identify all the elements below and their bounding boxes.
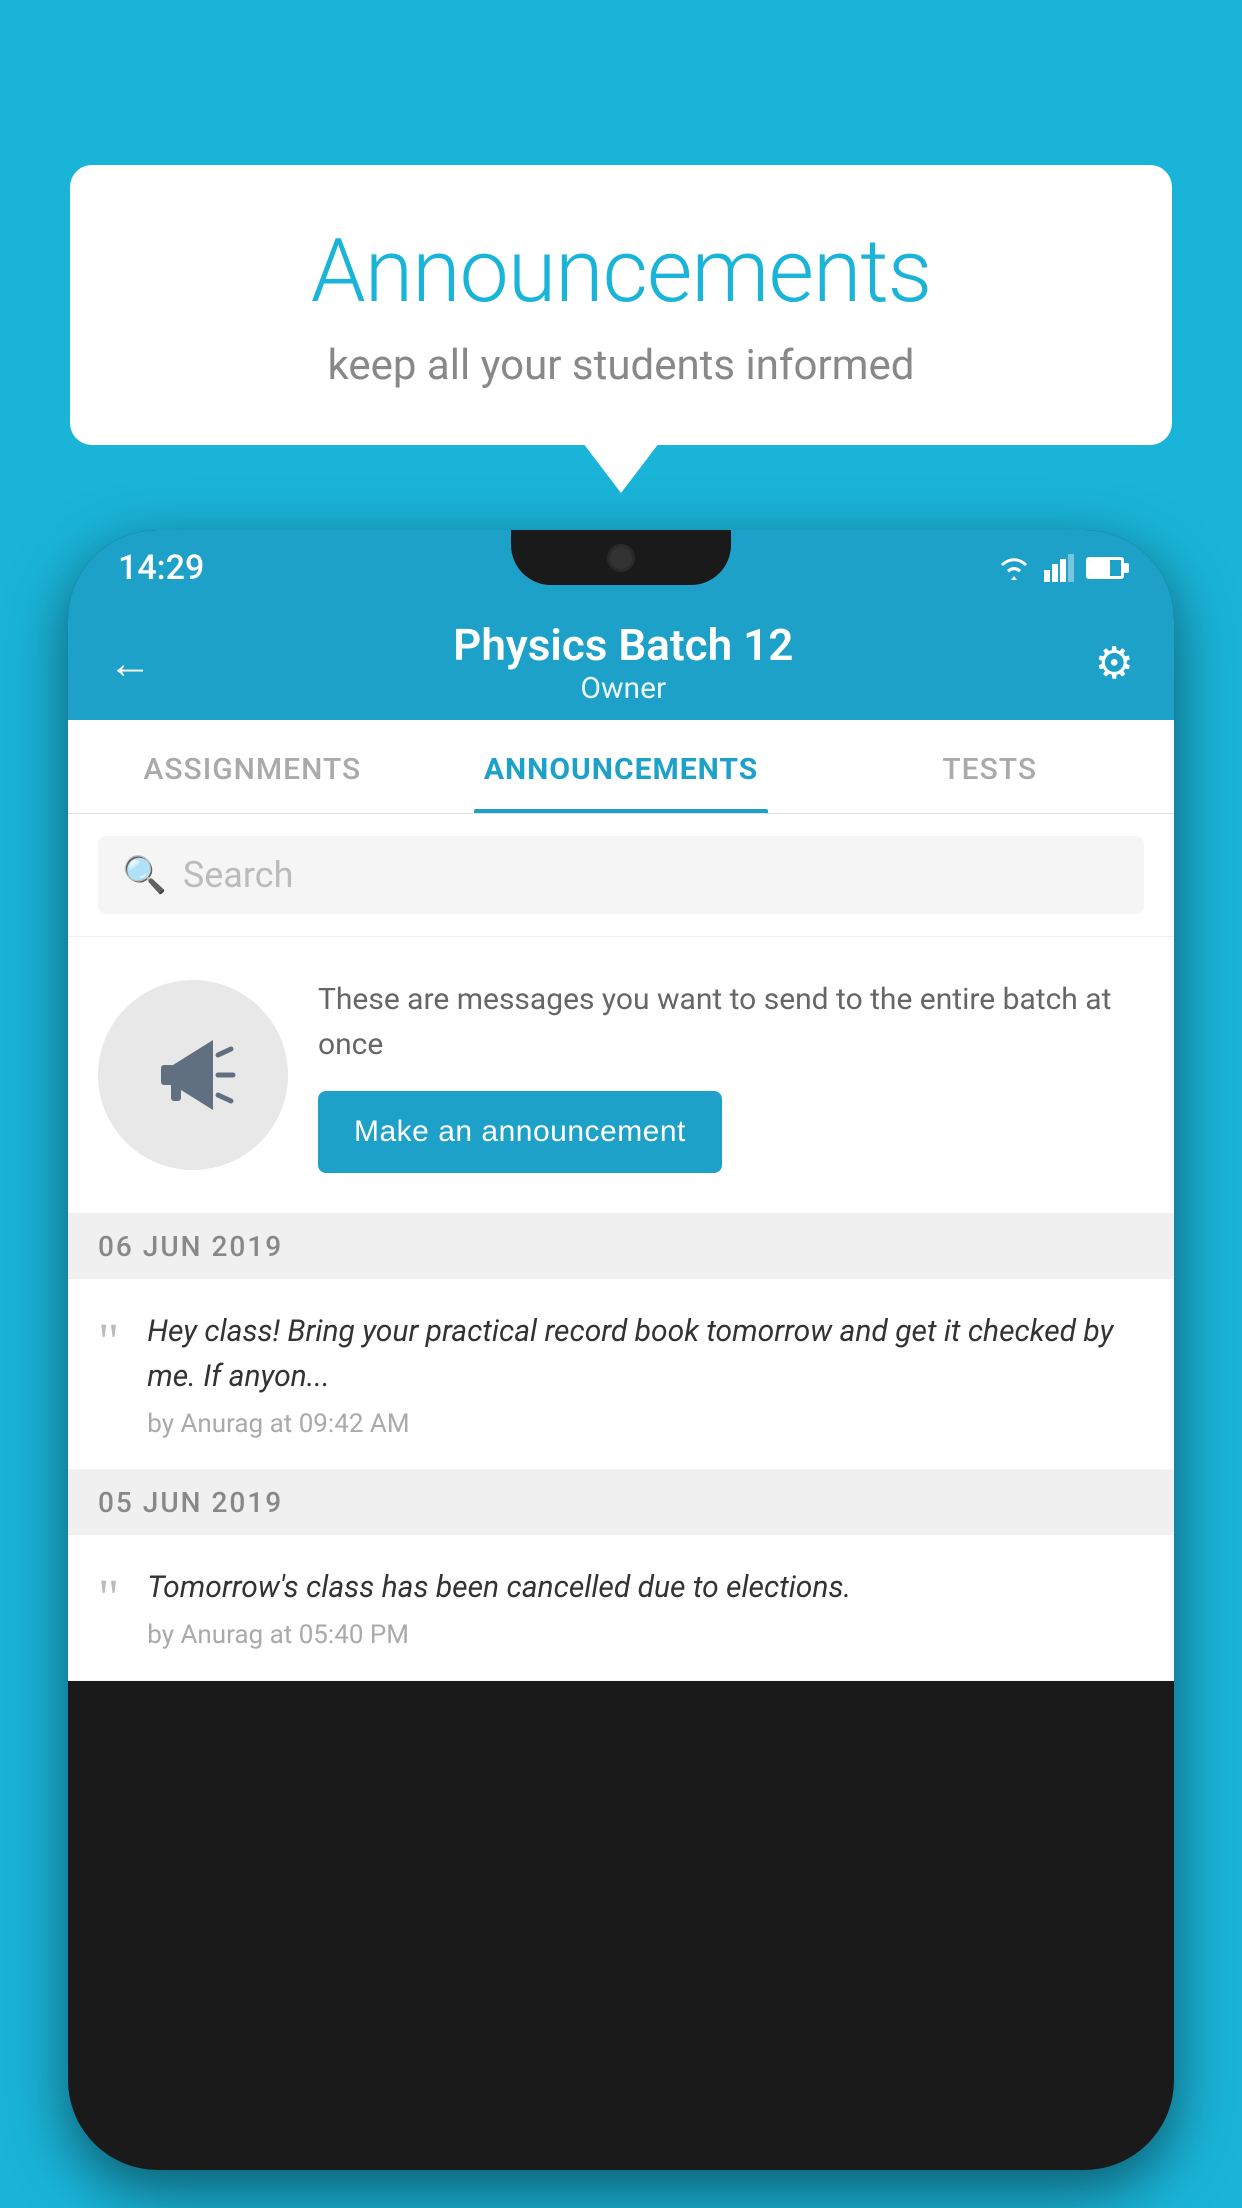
wifi-icon [996, 554, 1032, 582]
header-center: Physics Batch 12 Owner [453, 619, 793, 706]
promo-right: These are messages you want to send to t… [318, 977, 1144, 1173]
front-camera [607, 544, 635, 572]
quote-icon-2: " [98, 1573, 119, 1625]
date-separator-1: 06 JUN 2019 [68, 1214, 1174, 1279]
announcement-body-2: Tomorrow's class has been cancelled due … [147, 1565, 1144, 1650]
settings-icon[interactable]: ⚙ [1095, 637, 1134, 689]
speech-bubble-container: Announcements keep all your students inf… [70, 165, 1172, 445]
phone-notch [511, 530, 731, 585]
announcement-body-1: Hey class! Bring your practical record b… [147, 1309, 1144, 1439]
promo-section: These are messages you want to send to t… [68, 937, 1174, 1214]
signal-icon [1044, 554, 1074, 582]
search-icon: 🔍 [122, 854, 167, 896]
back-button[interactable]: ← [108, 637, 152, 689]
tab-tests[interactable]: TESTS [805, 720, 1174, 813]
bubble-subtitle: keep all your students informed [130, 341, 1112, 390]
search-bar: 🔍 Search [68, 814, 1174, 937]
battery-icon [1086, 557, 1124, 579]
phone-frame: 14:29 [68, 530, 1174, 2170]
phone-content: 🔍 Search T [68, 814, 1174, 1681]
status-icons [996, 554, 1124, 582]
announcement-item-1[interactable]: " Hey class! Bring your practical record… [68, 1279, 1174, 1470]
tab-announcements[interactable]: ANNOUNCEMENTS [437, 720, 806, 813]
speech-bubble: Announcements keep all your students inf… [70, 165, 1172, 445]
bubble-title: Announcements [130, 220, 1112, 323]
header-subtitle: Owner [453, 671, 793, 706]
make-announcement-button[interactable]: Make an announcement [318, 1091, 722, 1173]
date-separator-2: 05 JUN 2019 [68, 1470, 1174, 1535]
app-header: ← Physics Batch 12 Owner ⚙ [68, 605, 1174, 720]
status-time: 14:29 [118, 548, 204, 588]
megaphone-icon [143, 1025, 243, 1125]
promo-icon-circle [98, 980, 288, 1170]
tabs-bar: ASSIGNMENTS ANNOUNCEMENTS TESTS [68, 720, 1174, 814]
quote-icon-1: " [98, 1317, 119, 1369]
header-title: Physics Batch 12 [453, 619, 793, 671]
announcement-meta-1: by Anurag at 09:42 AM [147, 1409, 1144, 1439]
announcement-meta-2: by Anurag at 05:40 PM [147, 1620, 1144, 1650]
announcement-text-1: Hey class! Bring your practical record b… [147, 1309, 1144, 1399]
tab-assignments[interactable]: ASSIGNMENTS [68, 720, 437, 813]
announcement-item-2[interactable]: " Tomorrow's class has been cancelled du… [68, 1535, 1174, 1681]
announcement-text-2: Tomorrow's class has been cancelled due … [147, 1565, 1144, 1610]
search-placeholder: Search [183, 854, 294, 896]
search-input-wrapper[interactable]: 🔍 Search [98, 836, 1144, 914]
phone-wrapper: 14:29 [68, 530, 1174, 2208]
promo-description: These are messages you want to send to t… [318, 977, 1144, 1067]
